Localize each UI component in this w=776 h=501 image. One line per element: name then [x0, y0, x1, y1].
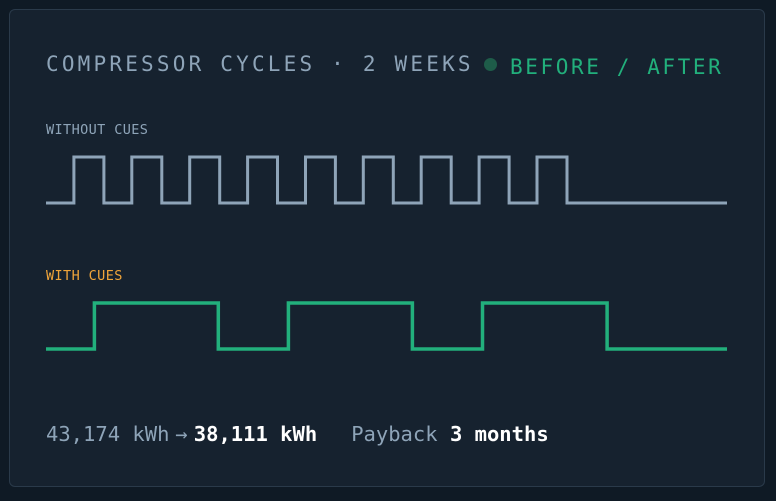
after-energy-value: 38,111 kWh [193, 422, 318, 446]
with-cues-trace [46, 301, 727, 351]
arrow-icon: → [175, 422, 188, 446]
payback-value: 3 months [449, 422, 549, 446]
before-energy-value: 43,174 kWh [46, 422, 170, 446]
payback-label: Payback [351, 422, 438, 446]
energy-summary: 43,174 kWh → 38,111 kWh Payback 3 months [46, 422, 549, 446]
without-cues-trace [46, 155, 727, 205]
